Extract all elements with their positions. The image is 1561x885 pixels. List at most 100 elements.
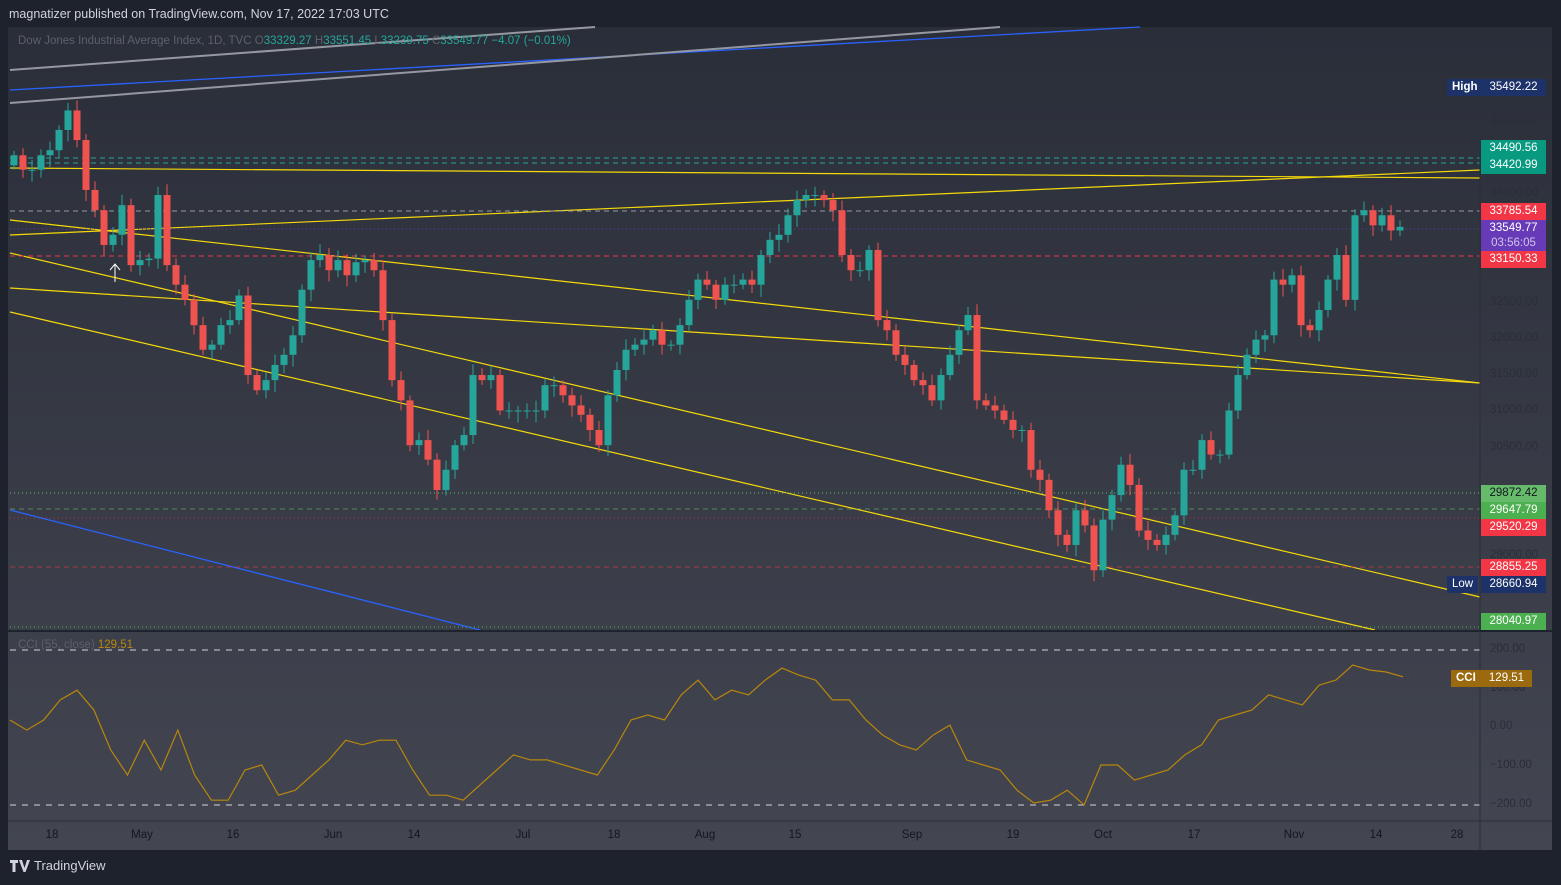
high-value: 33551.45: [323, 35, 372, 47]
candle-body: [199, 325, 207, 350]
high-label: H: [314, 35, 324, 47]
price-tag: 33785.54: [1481, 203, 1546, 220]
candle-body: [523, 410, 531, 412]
candle-body: [1045, 479, 1053, 511]
chart-canvas[interactable]: [0, 0, 1561, 885]
candle-body: [1252, 339, 1260, 355]
symbol-name: Dow Jones Industrial Average Index, 1D, …: [18, 35, 252, 47]
candle-body: [865, 249, 873, 271]
time-tick: 28: [1450, 829, 1464, 841]
trend-line: [9, 252, 1481, 598]
candle-body: [82, 140, 90, 190]
candle-body: [469, 375, 477, 436]
cci-legend[interactable]: CCI (55, close) 129.51: [18, 639, 133, 651]
candle-body: [892, 330, 900, 355]
candle-body: [1135, 484, 1143, 531]
candle-body: [838, 210, 846, 256]
candle-body: [325, 255, 333, 271]
candle-body: [883, 320, 891, 331]
candle-body: [1018, 429, 1026, 431]
price-tick: 31000.00: [1490, 404, 1538, 416]
time-tick: 14: [407, 829, 421, 841]
candle-body: [1171, 515, 1179, 535]
candle-body: [541, 385, 549, 411]
price-tick: 30500.00: [1490, 441, 1538, 453]
candle-body: [181, 284, 189, 300]
candle-body: [532, 410, 540, 412]
trend-line: [9, 169, 1481, 236]
candle-body: [1072, 510, 1080, 545]
candle-body: [946, 354, 954, 376]
candle-body: [388, 320, 396, 381]
candle-body: [307, 260, 315, 290]
candle-body: [820, 195, 828, 201]
tradingview-logo-icon: [10, 859, 30, 872]
candle-body: [847, 255, 855, 271]
candle-body: [874, 249, 882, 321]
time-tick: Jul: [515, 829, 531, 841]
candle-body: [937, 375, 945, 401]
low-price-tag: 28660.94: [1481, 576, 1546, 593]
trend-line: [9, 167, 1481, 179]
symbol-legend[interactable]: Dow Jones Industrial Average Index, 1D, …: [18, 35, 571, 47]
cci-value-tag: 129.51: [1481, 670, 1532, 687]
trend-line: [9, 219, 1481, 384]
candle-body: [397, 380, 405, 401]
candle-body: [1396, 226, 1404, 231]
candle-body: [1090, 525, 1098, 571]
cci-line: [9, 664, 1404, 806]
candle-body: [568, 395, 576, 406]
candle-body: [712, 284, 720, 300]
candle-body: [1297, 275, 1305, 326]
price-tag: 29647.79: [1481, 502, 1546, 519]
candle-body: [73, 110, 81, 141]
candle-body: [1126, 464, 1134, 485]
candle-body: [316, 255, 324, 261]
price-tag: 34490.56: [1481, 140, 1546, 157]
candle-body: [109, 234, 117, 245]
time-tick: 14: [1369, 829, 1383, 841]
candle-body: [1000, 410, 1008, 420]
candle-body: [739, 279, 747, 285]
candle-body: [550, 385, 558, 387]
open-value: 33329.27: [263, 35, 312, 47]
candle-body: [631, 344, 639, 350]
candle-body: [487, 375, 495, 381]
time-tick: 18: [45, 829, 59, 841]
time-tick: Jun: [323, 829, 343, 841]
time-tick: Aug: [694, 829, 716, 841]
candle-body: [1369, 210, 1377, 226]
candle-body: [667, 344, 675, 346]
candle-body: [406, 400, 414, 446]
candle-body: [1378, 215, 1386, 226]
candle-body: [1099, 519, 1107, 571]
candle-body: [649, 330, 657, 340]
candle-body: [901, 354, 909, 365]
trend-line: [9, 287, 1481, 384]
time-tick: May: [131, 829, 153, 841]
candle-body: [784, 215, 792, 235]
candle-body: [1333, 255, 1341, 280]
candle-body: [361, 260, 369, 263]
candle-body: [721, 284, 729, 300]
candle-body: [64, 110, 72, 130]
candle-body: [379, 270, 387, 321]
candle-body: [10, 155, 18, 166]
price-tick: 31500.00: [1490, 368, 1538, 380]
drawings: [8, 26, 1552, 850]
candle-body: [28, 169, 36, 171]
candle-body: [1036, 469, 1044, 480]
candle-body: [298, 289, 306, 336]
candle-body: [1009, 419, 1017, 430]
candle-body: [1153, 539, 1161, 545]
cci-tick: −100.00: [1490, 759, 1532, 771]
candle-body: [280, 354, 288, 365]
cci-tick: 0.00: [1490, 720, 1513, 732]
time-tick: Sep: [901, 829, 923, 841]
high-price-tag: 35492.22: [1481, 79, 1546, 96]
candle-body: [1216, 454, 1224, 456]
candle-body: [163, 195, 171, 266]
trend-line: [9, 311, 1376, 631]
trend-line: [9, 509, 481, 631]
candle-body: [1243, 354, 1251, 376]
